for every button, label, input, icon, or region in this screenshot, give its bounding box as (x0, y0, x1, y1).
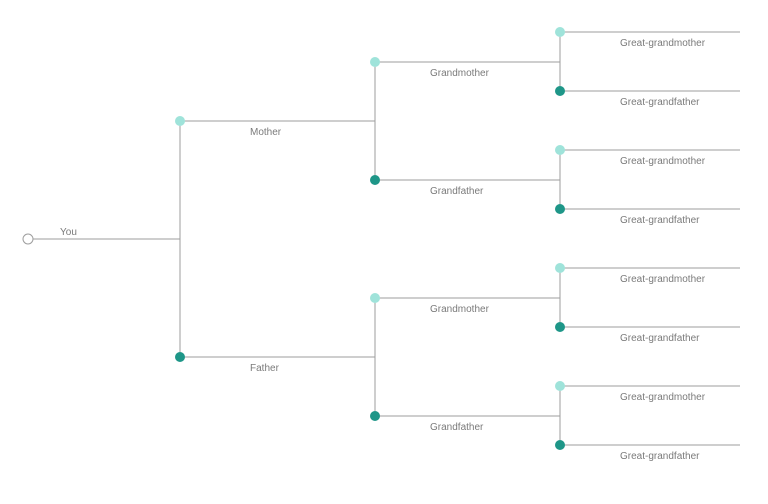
node-grandmother-maternal[interactable] (370, 57, 380, 67)
node-ggm-3[interactable] (555, 263, 565, 273)
node-grandfather-paternal[interactable] (370, 411, 380, 421)
label-ggf-4: Great-grandfather (620, 451, 700, 462)
node-ggf-4[interactable] (555, 440, 565, 450)
label-father: Father (250, 363, 280, 374)
label-ggf-2: Great-grandfather (620, 215, 700, 226)
node-ggf-3[interactable] (555, 322, 565, 332)
label-mother: Mother (250, 127, 282, 138)
node-ggm-2[interactable] (555, 145, 565, 155)
connector-gen1-top (180, 62, 375, 180)
connector-root (28, 121, 180, 357)
node-grandmother-paternal[interactable] (370, 293, 380, 303)
label-gf-maternal: Grandfather (430, 186, 484, 197)
connector-gen1-bottom (180, 298, 375, 416)
node-mother[interactable] (175, 116, 185, 126)
node-ggf-2[interactable] (555, 204, 565, 214)
node-ggm-4[interactable] (555, 381, 565, 391)
label-ggm-2: Great-grandmother (620, 156, 706, 167)
family-tree-diagram: You Mother Father Grandmother Grandfathe… (0, 0, 768, 504)
node-father[interactable] (175, 352, 185, 362)
node-root[interactable] (23, 234, 33, 244)
label-ggf-1: Great-grandfather (620, 97, 700, 108)
label-root: You (60, 227, 77, 238)
node-ggf-1[interactable] (555, 86, 565, 96)
label-gm-maternal: Grandmother (430, 68, 490, 79)
label-ggm-3: Great-grandmother (620, 274, 706, 285)
label-ggm-1: Great-grandmother (620, 38, 706, 49)
node-ggm-1[interactable] (555, 27, 565, 37)
label-ggf-3: Great-grandfather (620, 333, 700, 344)
label-ggm-4: Great-grandmother (620, 392, 706, 403)
label-gf-paternal: Grandfather (430, 422, 484, 433)
label-gm-paternal: Grandmother (430, 304, 490, 315)
node-grandfather-maternal[interactable] (370, 175, 380, 185)
